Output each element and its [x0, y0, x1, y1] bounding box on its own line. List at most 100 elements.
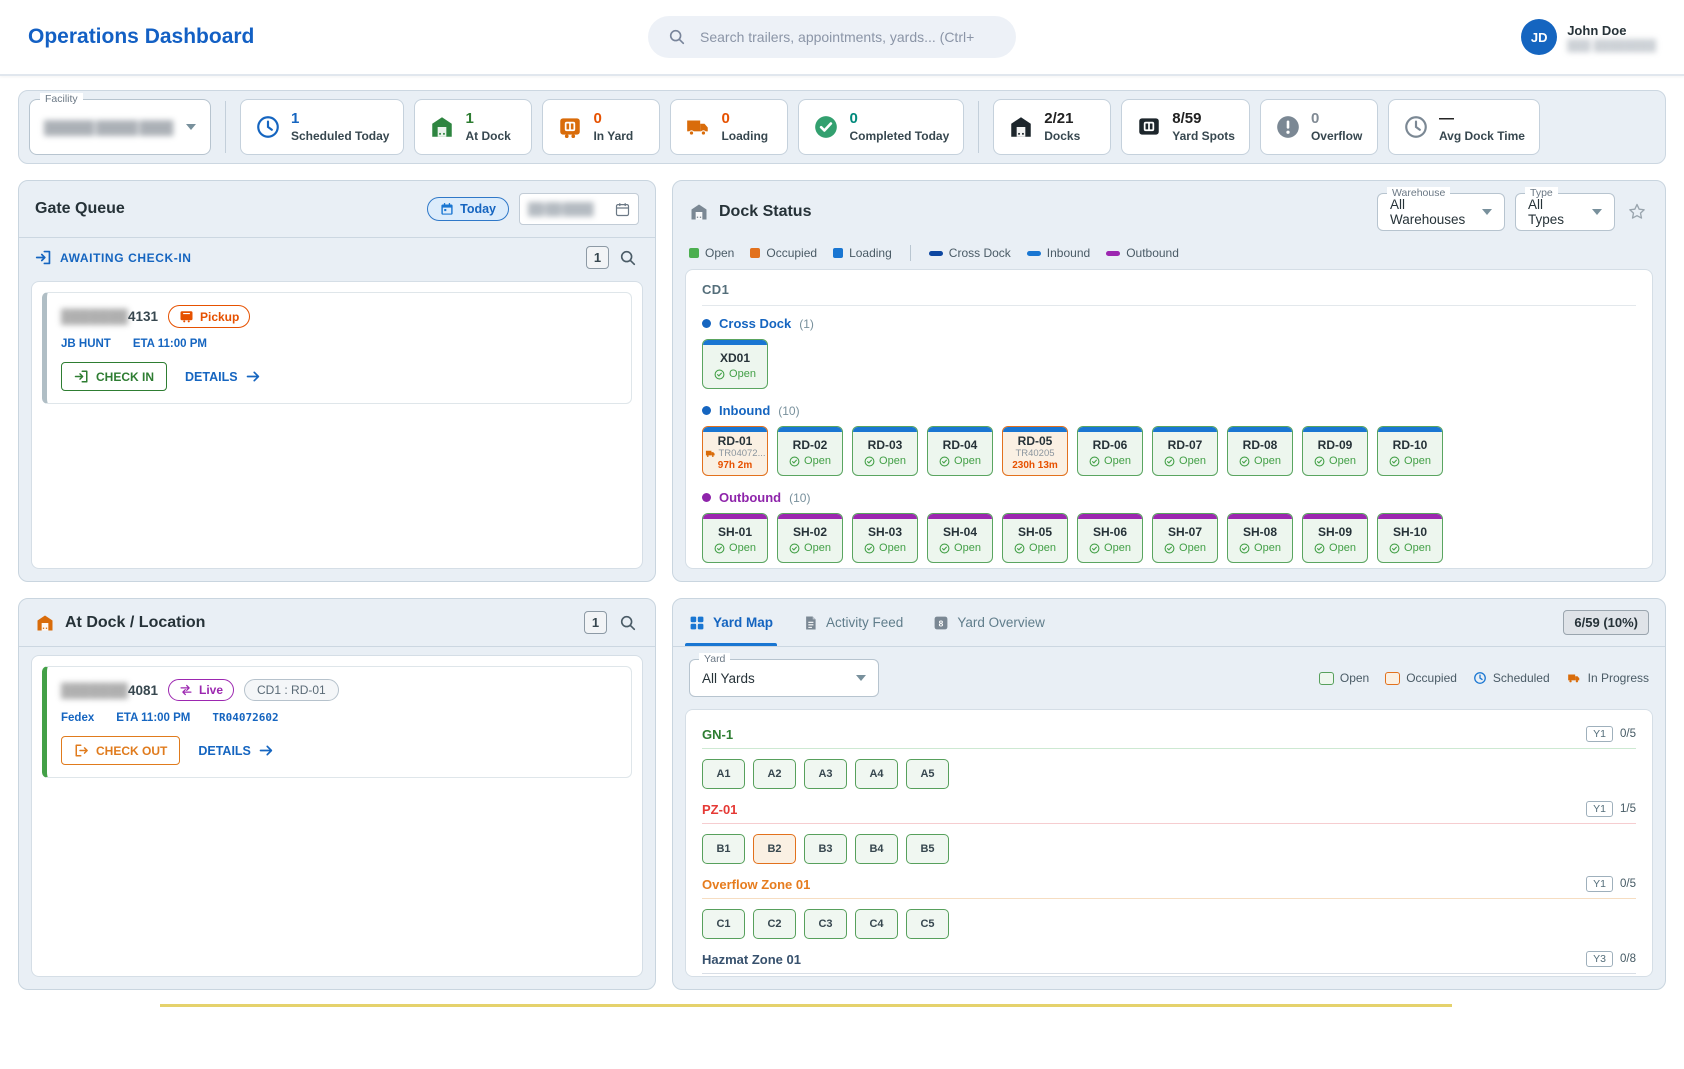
- swap-arrows-icon: [179, 683, 193, 697]
- dock-status-open: Open: [1239, 542, 1281, 554]
- yard-spot[interactable]: B4: [855, 834, 898, 864]
- dock-tile[interactable]: RD-04 Open: [927, 426, 993, 476]
- facility-select[interactable]: Facility ██████ █████ ████: [29, 99, 211, 155]
- yard-select[interactable]: Yard All Yards: [689, 659, 879, 697]
- today-button[interactable]: Today: [427, 197, 509, 221]
- dock-name: RD-08: [1243, 438, 1278, 452]
- gate-queue-card[interactable]: ███████4131 Pickup JB HUNT ETA 11:00 PM …: [42, 292, 632, 404]
- yard-spot[interactable]: A4: [855, 759, 898, 789]
- dock-name: RD-02: [793, 438, 828, 452]
- yard-spot[interactable]: A2: [753, 759, 796, 789]
- yard-spot[interactable]: C1: [702, 909, 745, 939]
- eta-label: ETA 11:00 PM: [133, 338, 207, 350]
- yard-spot[interactable]: C5: [906, 909, 949, 939]
- dock-tile[interactable]: SH-10 Open: [1377, 513, 1443, 563]
- alert-circle-icon: [1275, 114, 1301, 140]
- dock-name: SH-02: [793, 525, 827, 539]
- check-circle-icon: [939, 543, 950, 554]
- stat-card-yard-spots[interactable]: 8/59Yard Spots: [1121, 99, 1250, 155]
- user-subtitle: ███ ████████: [1567, 40, 1656, 52]
- warehouse-select[interactable]: Warehouse All Warehouses: [1377, 193, 1505, 231]
- yard-map-zones[interactable]: GN-1 Y1 0/5 A1 A2 A3: [685, 709, 1653, 977]
- dock-tile[interactable]: RD-10 Open: [1377, 426, 1443, 476]
- dock-tile[interactable]: SH-08 Open: [1227, 513, 1293, 563]
- dock-tile[interactable]: SH-02 Open: [777, 513, 843, 563]
- stat-card-overflow[interactable]: 0Overflow: [1260, 99, 1378, 155]
- dock-name: SH-09: [1318, 525, 1352, 539]
- yard-zone: PZ-01 Y1 1/5 B1 B2 B3: [702, 801, 1636, 864]
- stat-card-completed-today[interactable]: 0Completed Today: [798, 99, 964, 155]
- at-dock-list: ███████4081 Live CD1 : RD-01 Fedex ETA 1…: [31, 655, 643, 977]
- dock-tile[interactable]: SH-01 Open: [702, 513, 768, 563]
- zone-occupancy-count: 0/5: [1620, 878, 1636, 890]
- yard-spot[interactable]: B5: [906, 834, 949, 864]
- document-icon: [803, 615, 818, 631]
- tab-activity-feed[interactable]: Activity Feed: [803, 599, 903, 646]
- dock-tile[interactable]: RD-09 Open: [1302, 426, 1368, 476]
- dock-tile[interactable]: RD-05 TR40205: [1002, 426, 1068, 476]
- yard-spot[interactable]: B3: [804, 834, 847, 864]
- stat-card-docks[interactable]: 2/21Docks: [993, 99, 1111, 155]
- dock-tile[interactable]: SH-04 Open: [927, 513, 993, 563]
- dock-name: RD-01: [718, 434, 753, 448]
- dock-tile[interactable]: RD-07 Open: [1152, 426, 1218, 476]
- dock-tile[interactable]: XD01 Open: [702, 339, 768, 389]
- check-out-button[interactable]: CHECK OUT: [61, 736, 180, 765]
- type-select[interactable]: Type All Types: [1515, 193, 1615, 231]
- dock-type-bar: [703, 427, 767, 432]
- stat-card-in-yard[interactable]: 0In Yard: [542, 99, 660, 155]
- yard-spot[interactable]: A1: [702, 759, 745, 789]
- dock-tile[interactable]: RD-06 Open: [1077, 426, 1143, 476]
- dock-type-bar: [1078, 427, 1142, 432]
- global-search-input[interactable]: Search trailers, appointments, yards... …: [648, 16, 1016, 58]
- dock-status-open: Open: [939, 455, 981, 467]
- check-in-button[interactable]: CHECK IN: [61, 362, 167, 391]
- star-icon: [1627, 202, 1647, 222]
- favorite-star-button[interactable]: [1625, 200, 1649, 224]
- stat-card-avg-dock-time[interactable]: —Avg Dock Time: [1388, 99, 1540, 155]
- dock-tile[interactable]: SH-03 Open: [852, 513, 918, 563]
- yard-spot[interactable]: C4: [855, 909, 898, 939]
- dock-tile[interactable]: SH-06 Open: [1077, 513, 1143, 563]
- dock-tile[interactable]: RD-01 TR04072...: [702, 426, 768, 476]
- stat-card-scheduled-today[interactable]: 1Scheduled Today: [240, 99, 404, 155]
- truck-icon: [1566, 671, 1582, 685]
- yard-spot[interactable]: B1: [702, 834, 745, 864]
- yard-spot[interactable]: C3: [804, 909, 847, 939]
- dock-tile[interactable]: RD-08 Open: [1227, 426, 1293, 476]
- dock-tile[interactable]: SH-05 Open: [1002, 513, 1068, 563]
- yard-spot[interactable]: C2: [753, 909, 796, 939]
- at-dock-card[interactable]: ███████4081 Live CD1 : RD-01 Fedex ETA 1…: [42, 666, 632, 778]
- trailer-icon: [179, 309, 194, 324]
- date-input[interactable]: ██/██/████: [519, 193, 639, 225]
- dock-type-bar: [1378, 514, 1442, 519]
- details-link[interactable]: DETAILS: [198, 743, 275, 758]
- details-link[interactable]: DETAILS: [185, 369, 262, 384]
- user-menu[interactable]: JD John Doe ███ ████████: [1521, 19, 1656, 55]
- dock-tile[interactable]: SH-09 Open: [1302, 513, 1368, 563]
- tab-yard-overview[interactable]: 8 Yard Overview: [933, 599, 1045, 646]
- chevron-down-icon: [1482, 209, 1492, 215]
- at-dock-search-button[interactable]: [617, 612, 639, 634]
- dock-tile[interactable]: RD-03 Open: [852, 426, 918, 476]
- zone-occupancy-count: 0/5: [1620, 728, 1636, 740]
- gate-queue-search-button[interactable]: [617, 247, 639, 269]
- yard-spot[interactable]: A5: [906, 759, 949, 789]
- dock-tile[interactable]: SH-07 Open: [1152, 513, 1218, 563]
- check-circle-icon: [1239, 543, 1250, 554]
- chevron-down-icon: [1592, 209, 1602, 215]
- stat-card-loading[interactable]: 0Loading: [670, 99, 788, 155]
- dock-icon: [689, 202, 709, 222]
- check-circle-icon: [789, 456, 800, 467]
- truck-icon: [685, 114, 711, 140]
- bottom-highlight-line: [160, 1004, 1452, 1007]
- check-circle-icon: [1239, 456, 1250, 467]
- yard-spot[interactable]: A3: [804, 759, 847, 789]
- tab-yard-map[interactable]: Yard Map: [689, 599, 773, 646]
- section-bullet: [702, 493, 711, 502]
- yard-spot[interactable]: B2: [753, 834, 796, 864]
- dock-tile[interactable]: RD-02 Open: [777, 426, 843, 476]
- stat-card-at-dock[interactable]: 1At Dock: [414, 99, 532, 155]
- dock-name: RD-10: [1393, 438, 1428, 452]
- dock-name: RD-04: [943, 438, 978, 452]
